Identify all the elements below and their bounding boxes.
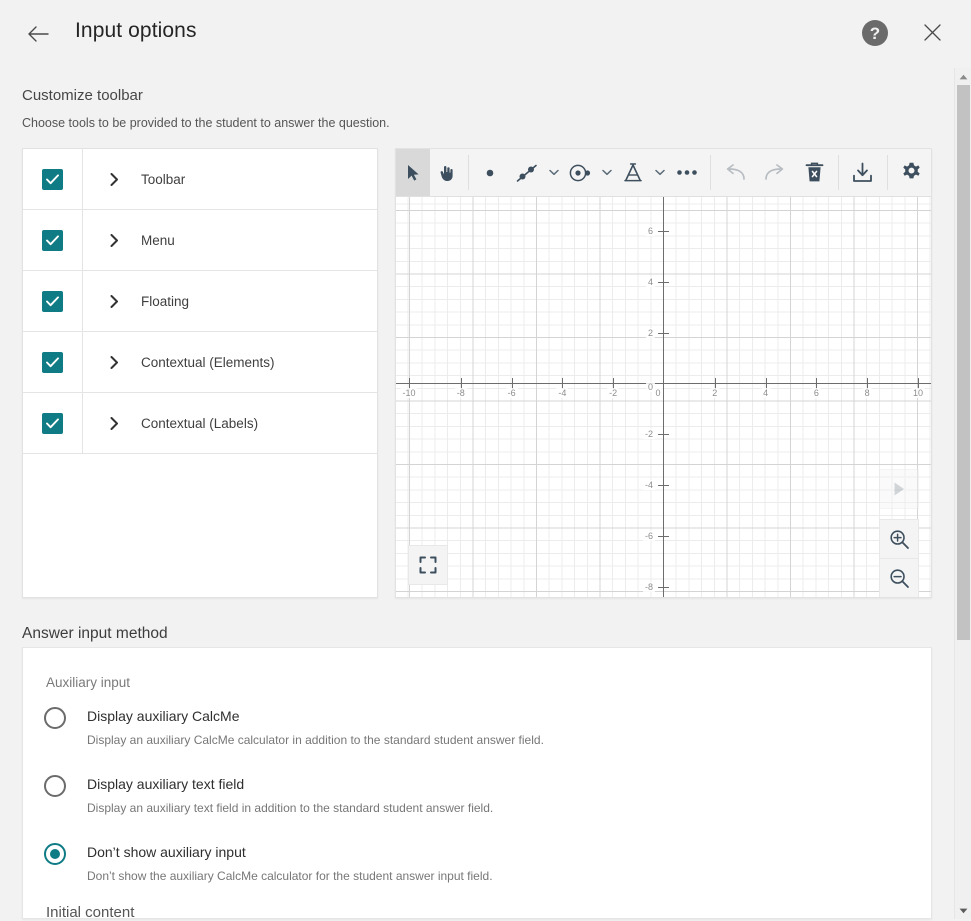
radio-selected-dot <box>50 849 60 859</box>
settings-gear-button[interactable] <box>891 149 931 196</box>
radio-description-text-field: Display an auxiliary text field in addit… <box>87 801 494 815</box>
download-button[interactable] <box>843 149 883 196</box>
toolbar-separator <box>838 155 839 190</box>
auxiliary-input-group-label: Auxiliary input <box>46 675 131 690</box>
chevron-right-icon[interactable] <box>107 416 121 430</box>
line-tool[interactable] <box>507 149 547 196</box>
graph-toolbar <box>396 149 931 197</box>
select-arrow-tool[interactable] <box>396 149 431 196</box>
y-axis <box>663 197 664 597</box>
x-tick-label: 4 <box>761 388 771 398</box>
checkbox-cell <box>23 393 83 453</box>
list-item-label: Contextual (Elements) <box>141 354 275 370</box>
radio-label-calcme[interactable]: Display auxiliary CalcMe <box>87 708 240 724</box>
checkbox-cell <box>23 149 83 209</box>
help-glyph: ? <box>862 20 888 46</box>
checkbox-toolbar[interactable] <box>42 168 63 190</box>
zoom-out-button[interactable] <box>879 559 919 597</box>
chevron-right-icon[interactable] <box>107 355 121 369</box>
circle-tool[interactable] <box>561 149 601 196</box>
list-item-contextual-elements[interactable]: Contextual (Elements) <box>23 332 377 393</box>
x-tick-label: -6 <box>505 388 518 398</box>
list-item-label: Floating <box>141 293 190 309</box>
customize-toolbar-title: Customize toolbar <box>22 87 143 104</box>
back-button[interactable] <box>22 18 54 50</box>
toolbar-separator <box>468 155 470 190</box>
y-tick-label: 2 <box>645 327 655 338</box>
fullscreen-button[interactable] <box>408 545 448 585</box>
y-tick-label: -6 <box>642 530 655 541</box>
customize-toolbar-subtitle: Choose tools to be provided to the stude… <box>22 116 390 130</box>
chevron-right-icon[interactable] <box>107 233 121 247</box>
line-tool-chevron-down-icon[interactable] <box>547 149 561 196</box>
checkbox-contextual-labels[interactable] <box>42 412 63 434</box>
compass-tool-chevron-down-icon[interactable] <box>653 149 667 196</box>
radio-button-calcme[interactable] <box>44 707 66 729</box>
page-title: Input options <box>75 19 197 42</box>
list-item-label: Menu <box>141 232 175 248</box>
list-item-label: Toolbar <box>141 171 186 187</box>
undo-button[interactable] <box>715 149 755 196</box>
vertical-scrollbar[interactable] <box>954 68 971 919</box>
checkbox-menu[interactable] <box>42 229 63 251</box>
list-item-floating[interactable]: Floating <box>23 271 377 332</box>
delete-button[interactable] <box>794 149 834 196</box>
x-tick-label: 10 <box>910 388 926 398</box>
y-tick-label: 6 <box>645 226 655 236</box>
x-tick-label: -2 <box>607 388 620 398</box>
checkbox-cell <box>23 332 83 392</box>
list-item-label: Contextual (Labels) <box>141 415 259 431</box>
scroll-up-caret-up-icon[interactable] <box>955 68 971 85</box>
scroll-down-caret-down-icon[interactable] <box>955 902 971 919</box>
y-tick-label: 0 <box>645 382 655 392</box>
x-tick-label: -8 <box>454 388 467 398</box>
y-tick-label: -8 <box>642 581 655 592</box>
y-tick-label: -2 <box>642 429 655 440</box>
dialog-header: Input options ? <box>0 0 971 68</box>
checkbox-floating[interactable] <box>42 290 63 312</box>
close-icon[interactable] <box>918 18 946 46</box>
radio-description-dont-show: Don’t show the auxiliary CalcMe calculat… <box>87 869 493 883</box>
coordinate-plane[interactable]: -10 -8 -6 -4 -2 0 2 4 6 8 10 6 4 2 0 -2 … <box>396 197 931 597</box>
checkbox-cell <box>23 210 83 270</box>
chevron-right-icon[interactable] <box>107 294 121 308</box>
toolbar-options-list: Toolbar Menu Floating Contextual (Elemen… <box>22 148 378 598</box>
radio-button-dont-show[interactable] <box>44 843 66 865</box>
list-item-contextual-labels[interactable]: Contextual (Labels) <box>23 393 377 454</box>
x-tick-label: -10 <box>400 388 418 398</box>
radio-label-dont-show[interactable]: Don’t show auxiliary input <box>87 844 246 860</box>
radio-button-text-field[interactable] <box>44 775 66 797</box>
answer-input-method-title: Answer input method <box>22 625 168 642</box>
redo-button[interactable] <box>755 149 795 196</box>
initial-content-title: Initial content <box>46 904 135 921</box>
help-icon[interactable]: ? <box>862 20 888 46</box>
circle-tool-chevron-down-icon[interactable] <box>600 149 614 196</box>
list-item-menu[interactable]: Menu <box>23 210 377 271</box>
y-tick-label: 4 <box>645 276 655 287</box>
x-tick-label: 8 <box>862 388 872 398</box>
pan-hand-tool[interactable] <box>430 149 464 196</box>
radio-label-text-field[interactable]: Display auxiliary text field <box>87 776 244 792</box>
compass-tool[interactable] <box>614 149 654 196</box>
checkbox-contextual-elements[interactable] <box>42 351 63 373</box>
play-button[interactable] <box>879 469 919 509</box>
x-tick-label: 2 <box>710 388 720 398</box>
list-item-toolbar[interactable]: Toolbar <box>23 149 377 210</box>
zoom-in-button[interactable] <box>879 519 919 559</box>
scrollbar-thumb[interactable] <box>957 85 970 640</box>
checkbox-cell <box>23 271 83 331</box>
graph-preview-panel: -10 -8 -6 -4 -2 0 2 4 6 8 10 6 4 2 0 -2 … <box>395 148 932 598</box>
chevron-right-icon[interactable] <box>107 172 121 186</box>
x-tick-label: -4 <box>556 388 569 398</box>
point-tool[interactable] <box>473 149 507 196</box>
more-options-tool[interactable] <box>667 149 707 196</box>
radio-description-calcme: Display an auxiliary CalcMe calculator i… <box>87 733 544 747</box>
toolbar-separator <box>710 155 712 190</box>
toolbar-separator <box>886 155 888 190</box>
x-tick-label: 6 <box>811 388 821 398</box>
y-tick-label: -4 <box>642 480 655 490</box>
